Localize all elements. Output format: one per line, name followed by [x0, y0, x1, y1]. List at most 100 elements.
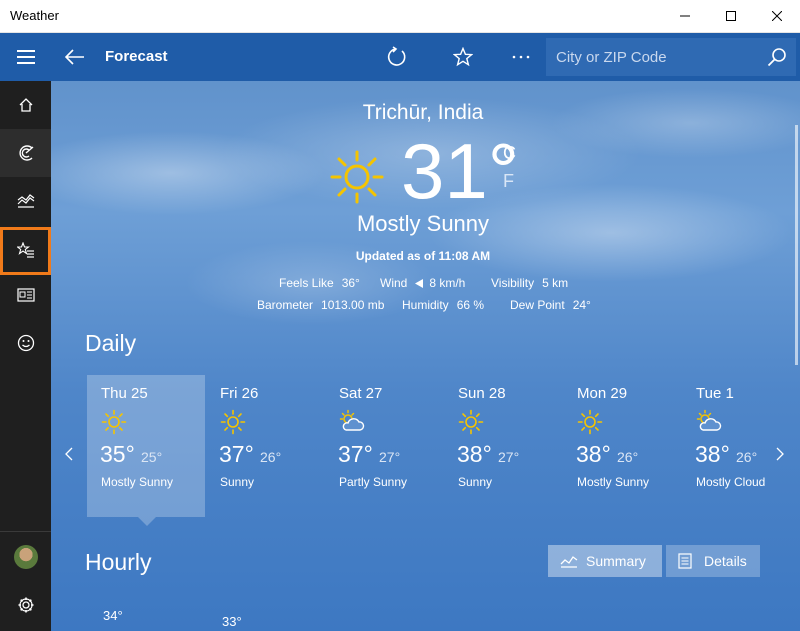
- visibility-label: Visibility: [491, 276, 535, 290]
- selected-day-pointer: [138, 517, 156, 526]
- day-card[interactable]: Thu 25 35° 25° Mostly Sunny: [87, 375, 205, 517]
- maximize-button[interactable]: [708, 0, 754, 32]
- news-icon: [16, 288, 35, 302]
- nav-places[interactable]: [0, 227, 51, 275]
- wind-label: Wind: [380, 276, 408, 290]
- sun-icon: [458, 409, 484, 435]
- updated-time: Updated as of 11:08 AM: [355, 249, 491, 263]
- current-temperature: 31°: [401, 127, 519, 215]
- sun-icon: [220, 409, 246, 435]
- back-arrow-icon: [65, 49, 84, 65]
- nav-news[interactable]: [0, 271, 51, 319]
- day-low: 26°: [736, 449, 758, 465]
- details-view-button[interactable]: Details: [666, 545, 760, 577]
- wind-value: 8 km/h: [429, 276, 466, 290]
- nav-maps[interactable]: [0, 129, 51, 177]
- hourly-heading: Hourly: [85, 549, 152, 575]
- day-name: Sat 27: [339, 385, 383, 402]
- day-card[interactable]: Fri 26 37° 26° Sunny: [206, 375, 324, 517]
- day-condition: Sunny: [458, 475, 493, 489]
- dew-point: Dew Point 24°: [510, 298, 591, 312]
- barometer: Barometer 1013.00 mb: [257, 298, 384, 312]
- rail-divider: [0, 531, 51, 532]
- nav-forecast[interactable]: [0, 81, 51, 129]
- visibility-value: 5 km: [542, 276, 569, 290]
- day-high: 38°: [457, 441, 492, 467]
- sun-icon: [330, 150, 384, 204]
- close-button[interactable]: [754, 0, 800, 32]
- add-favorite-button[interactable]: [449, 43, 477, 71]
- window-title: Weather: [10, 8, 59, 23]
- nav-feedback[interactable]: [0, 319, 51, 367]
- scrollbar-thumb[interactable]: [795, 125, 798, 365]
- details-list-icon: [678, 553, 696, 569]
- wind-direction-icon: [415, 279, 424, 288]
- star-icon: [453, 47, 473, 67]
- more-options-button[interactable]: [507, 43, 535, 71]
- celsius-toggle[interactable]: C: [503, 143, 516, 164]
- day-low: 26°: [617, 449, 639, 465]
- favorites-list-icon: [16, 242, 34, 258]
- daily-prev-button[interactable]: [61, 445, 77, 463]
- partly-sunny-icon: [339, 409, 365, 431]
- feels-like-label: Feels Like: [279, 276, 334, 290]
- humidity-label: Humidity: [402, 298, 449, 312]
- day-low: 27°: [498, 449, 520, 465]
- current-condition: Mostly Sunny: [356, 211, 490, 236]
- visibility: Visibility 5 km: [491, 276, 568, 290]
- line-chart-icon: [560, 553, 578, 569]
- smiley-icon: [17, 334, 34, 352]
- humidity: Humidity 66 %: [402, 298, 484, 312]
- minimize-button[interactable]: [662, 0, 708, 32]
- home-icon: [19, 98, 32, 112]
- chart-icon: [17, 194, 34, 208]
- feels-like-value: 36°: [341, 276, 360, 290]
- partly-sunny-icon: [696, 409, 722, 431]
- day-card[interactable]: Sun 28 38° 27° Sunny: [444, 375, 562, 517]
- gear-icon: [18, 597, 33, 613]
- radar-icon: [18, 145, 33, 161]
- hourly-temp: 33°: [222, 614, 242, 629]
- refresh-button[interactable]: [382, 43, 410, 71]
- window-titlebar: Weather: [0, 0, 800, 33]
- day-name: Thu 25: [101, 385, 148, 402]
- dew-point-value: 24°: [572, 298, 591, 312]
- search-button[interactable]: [764, 44, 790, 70]
- day-high: 38°: [695, 441, 730, 467]
- day-card[interactable]: Sat 27 37° 27° Partly Sunny: [325, 375, 443, 517]
- day-high: 38°: [576, 441, 611, 467]
- day-condition: Mostly Cloud: [696, 475, 766, 489]
- app-toolbar: Forecast: [51, 33, 800, 81]
- more-icon: [512, 55, 530, 59]
- hourly-temp: 34°: [103, 608, 123, 623]
- vertical-scrollbar[interactable]: [793, 81, 800, 631]
- feels-like: Feels Like 36°: [279, 276, 360, 290]
- day-name: Mon 29: [577, 385, 628, 402]
- forecast-page: Forecast Trichūr, India 31° C F: [51, 33, 800, 631]
- day-card[interactable]: Mon 29 38° 26° Mostly Sunny: [563, 375, 681, 517]
- settings-button[interactable]: [0, 581, 51, 629]
- daily-heading: Daily: [85, 330, 137, 356]
- search-input[interactable]: [546, 38, 756, 76]
- humidity-value: 66 %: [456, 298, 485, 312]
- day-high: 35°: [100, 441, 135, 467]
- dew-point-label: Dew Point: [510, 298, 565, 312]
- search-box: [546, 38, 796, 76]
- back-button[interactable]: [61, 43, 89, 71]
- day-condition: Mostly Sunny: [577, 475, 650, 489]
- barometer-label: Barometer: [257, 298, 314, 312]
- sun-icon: [577, 409, 603, 435]
- refresh-icon: [387, 46, 406, 66]
- details-label: Details: [704, 553, 747, 569]
- account-button[interactable]: [0, 533, 51, 581]
- day-low: 26°: [260, 449, 282, 465]
- sun-icon: [101, 409, 127, 435]
- day-card[interactable]: Tue 1 38° 26° Mostly Cloud: [682, 375, 786, 517]
- fahrenheit-toggle[interactable]: F: [503, 171, 514, 192]
- day-high: 37°: [219, 441, 254, 467]
- day-name: Tue 1: [696, 385, 734, 402]
- nav-historical[interactable]: [0, 177, 51, 225]
- day-condition: Partly Sunny: [339, 475, 408, 489]
- hamburger-menu-button[interactable]: [0, 33, 51, 81]
- summary-view-button[interactable]: Summary: [548, 545, 662, 577]
